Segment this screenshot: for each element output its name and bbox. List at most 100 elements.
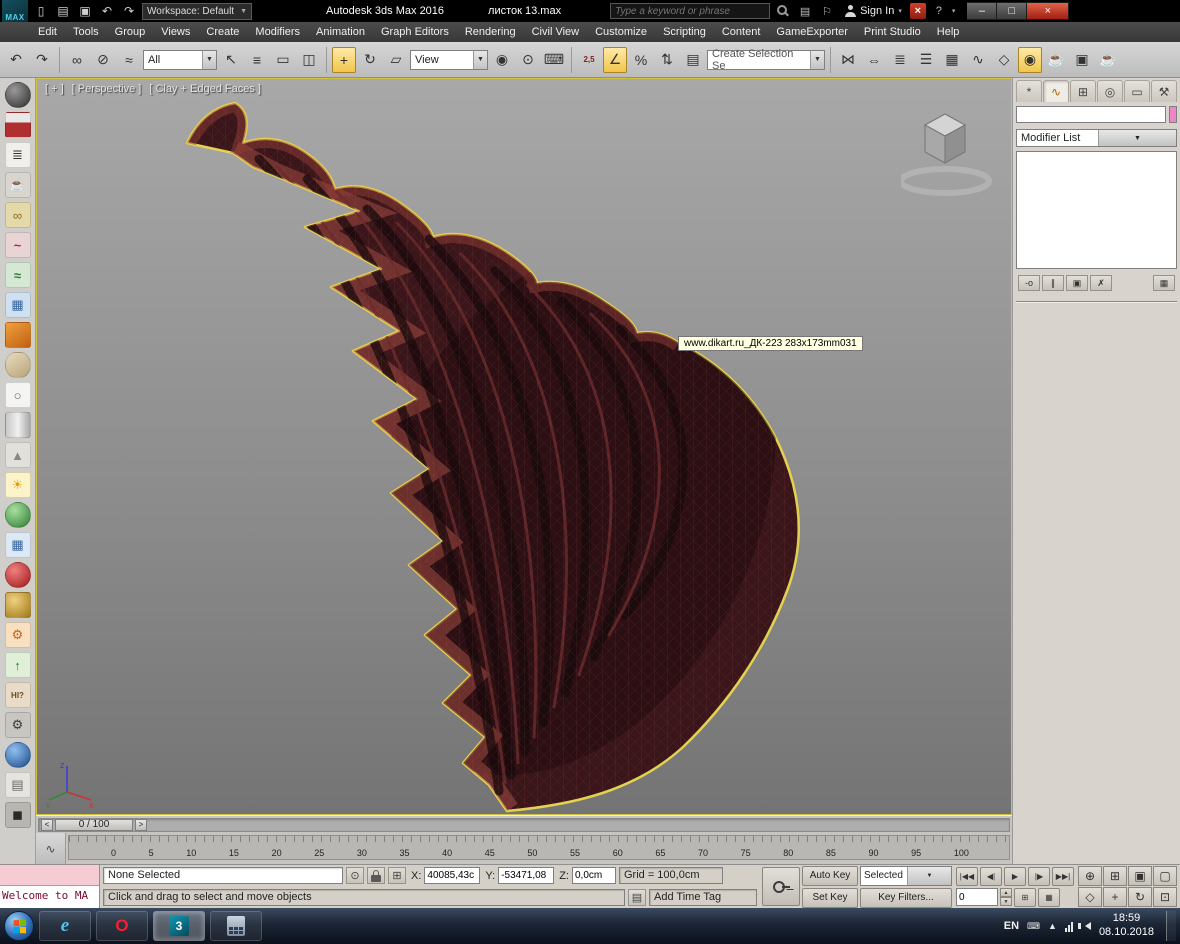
schematic-view-icon[interactable]: ◇ (992, 47, 1016, 73)
close-button[interactable]: × (1027, 2, 1069, 20)
viewport-menu-plus[interactable]: [ + ] (45, 83, 64, 95)
time-slider-handle[interactable]: 0 / 100 (55, 819, 133, 831)
object-name-input[interactable] (1016, 106, 1166, 123)
mini-curve-editor-icon[interactable]: ∿ (36, 833, 66, 864)
scene-explorer-icon[interactable]: ☰ (914, 47, 938, 73)
show-desktop-button[interactable] (1166, 911, 1176, 941)
left-toolbar-icon-green-sphere[interactable] (5, 502, 31, 528)
redo-icon[interactable]: ↷ (120, 2, 138, 20)
left-toolbar-icon-dark-gear[interactable]: ⚙ (5, 712, 31, 738)
left-toolbar-icon-cube[interactable]: ◼ (5, 802, 31, 828)
left-toolbar-icon-green-arrow[interactable]: ↑ (5, 652, 31, 678)
key-filters-button[interactable]: Key Filters... (860, 888, 952, 908)
left-toolbar-icon-teapot[interactable]: ☕ (5, 172, 31, 198)
snaps-toggle-icon[interactable]: 2,5 (577, 47, 601, 73)
play-button[interactable]: ▶ (1004, 867, 1026, 886)
show-end-result-icon[interactable]: ∥ (1042, 275, 1064, 291)
keyboard-shortcut-override-icon[interactable]: ⌨ (542, 47, 566, 73)
rendered-frame-window-icon[interactable]: ▣ (1070, 47, 1094, 73)
left-toolbar-icon-orange-gear[interactable]: ⚙ (5, 622, 31, 648)
previous-frame-button[interactable]: < (41, 819, 53, 831)
percent-snap-toggle-icon[interactable]: % (629, 47, 653, 73)
menu-gameexporter[interactable]: GameExporter (768, 22, 856, 42)
add-time-tag-field[interactable]: Add Time Tag (649, 889, 757, 906)
menu-views[interactable]: Views (153, 22, 198, 42)
time-tag-icon[interactable]: ▤ (628, 889, 646, 906)
exchange-apps-icon[interactable]: × (910, 3, 926, 19)
spinner-snap-toggle-icon[interactable]: ⇅ (655, 47, 679, 73)
redo-icon[interactable]: ↷ (30, 47, 54, 73)
taskbar-3ds-max[interactable]: 3 (153, 911, 205, 941)
track-bar-ruler[interactable]: 0 5 10 15 20 25 30 35 40 45 50 55 60 65 … (68, 835, 1010, 860)
network-icon[interactable] (1065, 921, 1073, 932)
curve-editor-icon[interactable]: ∿ (966, 47, 990, 73)
remove-modifier-icon[interactable]: ✗ (1090, 275, 1112, 291)
menu-rendering[interactable]: Rendering (457, 22, 524, 42)
render-production-icon[interactable]: ☕ (1096, 47, 1120, 73)
taskbar-calculator[interactable] (210, 911, 262, 941)
y-coordinate-input[interactable] (498, 867, 554, 884)
taskbar-opera[interactable]: O (96, 911, 148, 941)
left-toolbar-icon-cone[interactable]: ▲ (5, 442, 31, 468)
menu-civil-view[interactable]: Civil View (524, 22, 587, 42)
workspace-dropdown[interactable]: Workspace: Default ▼ (142, 3, 252, 20)
zoom-extents-all-icon[interactable]: ▢ (1153, 866, 1177, 886)
reference-coordinate-dropdown[interactable]: View ▼ (410, 50, 488, 70)
undo-icon[interactable]: ↶ (4, 47, 28, 73)
modifier-list-dropdown[interactable]: Modifier List ▼ (1016, 129, 1177, 147)
named-selection-set-dropdown[interactable]: Create Selection Se ▼ (707, 50, 825, 70)
key-mode-toggle-icon[interactable]: ▦ (1038, 888, 1060, 907)
maxscript-listener-field[interactable]: Welcome to MA (0, 886, 99, 908)
menu-group[interactable]: Group (107, 22, 154, 42)
viewcube[interactable] (901, 91, 997, 199)
language-indicator[interactable]: EN (1004, 920, 1019, 932)
menu-animation[interactable]: Animation (308, 22, 373, 42)
tab-utilities-icon[interactable]: ⚒ (1151, 80, 1177, 102)
current-frame-input[interactable] (956, 888, 998, 906)
tab-motion-icon[interactable]: ◎ (1097, 80, 1123, 102)
render-setup-icon[interactable]: ☕ (1044, 47, 1068, 73)
menu-print-studio[interactable]: Print Studio (856, 22, 929, 42)
left-toolbar-icon-circle[interactable]: ○ (5, 382, 31, 408)
tab-create-icon[interactable]: * (1016, 80, 1042, 102)
left-toolbar-icon-blue-grid[interactable]: ▦ (5, 532, 31, 558)
make-unique-icon[interactable]: ▣ (1066, 275, 1088, 291)
left-toolbar-icon-curve[interactable]: ~ (5, 232, 31, 258)
new-file-icon[interactable]: ▯ (32, 2, 50, 20)
taskbar-internet-explorer[interactable]: e (39, 911, 91, 941)
angle-snap-toggle-icon[interactable]: ∠ (603, 47, 627, 73)
layer-manager-icon[interactable]: ≣ (888, 47, 912, 73)
field-of-view-icon[interactable]: ◇ (1078, 887, 1102, 907)
time-configuration-icon[interactable]: ⊞ (1014, 888, 1036, 907)
sign-in-button[interactable]: Sign In ▾ (840, 5, 906, 17)
time-slider-track[interactable]: < 0 / 100 > (38, 818, 1010, 832)
save-icon[interactable]: ▣ (76, 2, 94, 20)
viewport-menu-view[interactable]: [ Perspective ] (72, 83, 142, 95)
select-and-scale-icon[interactable]: ▱ (384, 47, 408, 73)
select-and-link-icon[interactable]: ∞ (65, 47, 89, 73)
menu-edit[interactable]: Edit (30, 22, 65, 42)
pan-view-icon[interactable]: + (1103, 887, 1127, 907)
configure-modifier-sets-icon[interactable]: ▦ (1153, 275, 1175, 291)
modifier-stack-list[interactable] (1016, 151, 1177, 269)
tab-modify-icon[interactable]: ∿ (1043, 80, 1069, 102)
menu-graph-editors[interactable]: Graph Editors (373, 22, 457, 42)
set-key-mode-button[interactable] (762, 867, 800, 906)
select-and-manipulate-icon[interactable]: ⊙ (516, 47, 540, 73)
unlink-selection-icon[interactable]: ⊘ (91, 47, 115, 73)
material-editor-icon[interactable]: ◉ (1018, 47, 1042, 73)
menu-customize[interactable]: Customize (587, 22, 655, 42)
left-toolbar-icon-list[interactable]: ≣ (5, 142, 31, 168)
absolute-offset-mode-icon[interactable]: ⊞ (388, 867, 406, 884)
viewport[interactable]: [ + ] [ Perspective ] [ Clay + Edged Fac… (36, 78, 1012, 815)
selected-set-dropdown[interactable]: Selected ▼ (860, 866, 952, 886)
left-toolbar-icon-cylinder[interactable] (5, 412, 31, 438)
selection-region-icon[interactable]: ▭ (271, 47, 295, 73)
leaf-model[interactable] (37, 79, 1011, 814)
left-toolbar-icon-material-red[interactable] (5, 112, 31, 138)
object-color-swatch[interactable] (1169, 106, 1177, 123)
zoom-all-icon[interactable]: ⊞ (1103, 866, 1127, 886)
menu-help[interactable]: Help (929, 22, 968, 42)
zoom-extents-icon[interactable]: ▣ (1128, 866, 1152, 886)
taskbar-clock[interactable]: 18:59 08.10.2018 (1099, 912, 1154, 940)
